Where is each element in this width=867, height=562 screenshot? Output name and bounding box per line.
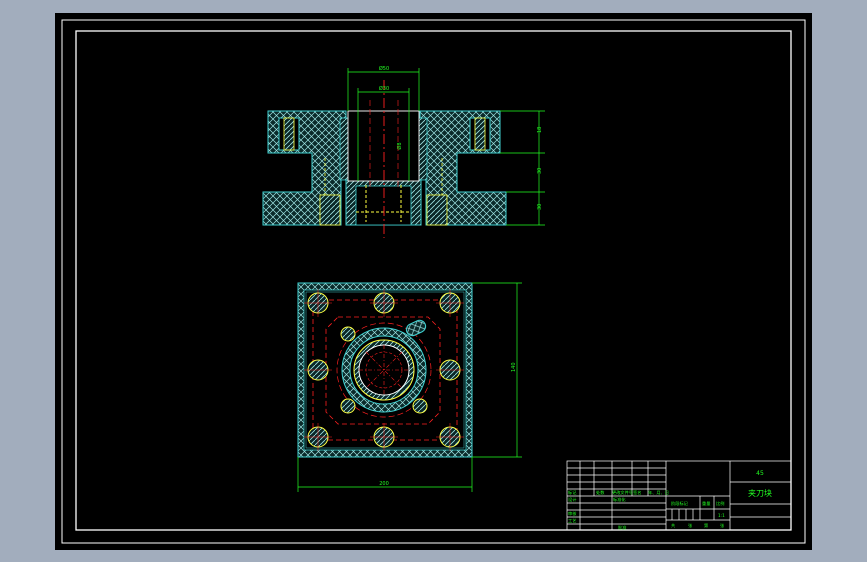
tb-scale: 1:1 <box>718 513 725 518</box>
dim-h3: 30 <box>537 204 543 210</box>
tb-approve: 批准 <box>618 524 626 531</box>
dim-top-inner: Ø30 <box>379 85 389 92</box>
top-plan-view <box>297 282 473 458</box>
tb-process: 工艺 <box>568 518 576 523</box>
dim-h1: 18 <box>537 127 543 133</box>
tb-sheet-total: 共 <box>671 522 675 529</box>
tb-audit: 审核 <box>568 510 577 517</box>
tb-sign: 签名 <box>633 489 641 496</box>
tb-mark: 标记 <box>568 489 577 496</box>
tb-stage: 阶段标记 <box>671 500 689 507</box>
tb-count: 处数 <box>596 489 605 496</box>
tb-weight: 重量 <box>702 500 710 507</box>
tb-sheet-no: 第 <box>704 522 708 529</box>
dim-height: 140 <box>511 362 517 372</box>
tb-scale-label: 比例 <box>716 500 724 507</box>
drawing-sheet <box>55 13 812 550</box>
cad-drawing-viewport[interactable]: Ø50 Ø30 Ø8 18 30 30 140 200 标记 处数 更改文件号 … <box>0 0 867 562</box>
dim-width: 200 <box>379 481 389 487</box>
dim-top-outer: Ø50 <box>379 65 389 72</box>
tb-material: 45 <box>756 470 764 477</box>
dim-hole: Ø8 <box>396 142 403 149</box>
tb-std: 标准化 <box>613 496 626 503</box>
tb-date: 年、月、日 <box>648 489 669 496</box>
tb-file: 更改文件号 <box>612 489 633 496</box>
tb-drawing-name: 夹刀块 <box>748 488 772 498</box>
tb-design: 设计 <box>568 496 576 503</box>
dim-h2: 30 <box>537 168 543 174</box>
